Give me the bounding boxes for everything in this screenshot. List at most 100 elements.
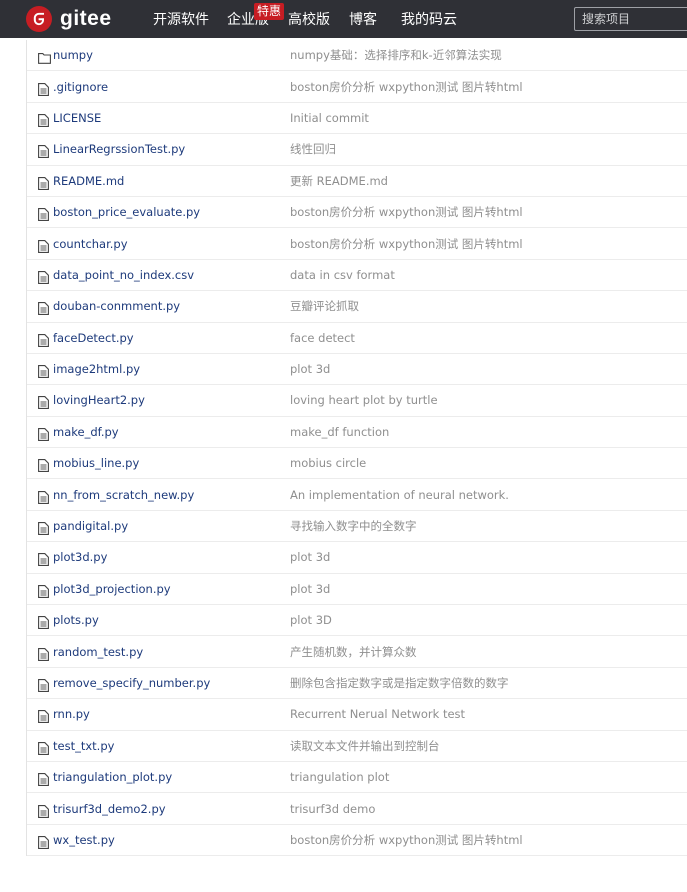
file-name-link[interactable]: numpy	[53, 48, 93, 62]
commit-message[interactable]: 线性回归	[290, 141, 336, 157]
commit-message[interactable]: triangulation plot	[290, 770, 389, 784]
file-icon	[38, 614, 51, 630]
file-name-link[interactable]: README.md	[53, 174, 124, 188]
file-icon	[38, 708, 51, 724]
commit-message[interactable]: boston房价分析 wxpython测试 图片转html	[290, 204, 523, 220]
file-row[interactable]: wx_test.py boston房价分析 wxpython测试 图片转html	[27, 825, 687, 857]
file-row[interactable]: pandigital.py 寻找输入数字中的全数字	[27, 511, 687, 543]
file-row[interactable]: remove_specify_number.py 删除包含指定数字或是指定数字倍…	[27, 668, 687, 700]
file-name-link[interactable]: triangulation_plot.py	[53, 770, 172, 784]
file-icon	[38, 269, 51, 284]
file-row[interactable]: README.md 更新 README.md	[27, 166, 687, 197]
file-name-link[interactable]: .gitignore	[53, 80, 108, 94]
file-icon	[38, 363, 51, 379]
nav-blog[interactable]: 博客	[349, 11, 377, 29]
file-row[interactable]: image2html.py plot 3d	[27, 354, 687, 386]
file-name-link[interactable]: rnn.py	[53, 707, 90, 721]
file-name-link[interactable]: random_test.py	[53, 645, 143, 659]
file-name-link[interactable]: lovingHeart2.py	[53, 393, 145, 407]
file-row[interactable]: LICENSE Initial commit	[27, 103, 687, 135]
commit-message[interactable]: data in csv format	[290, 268, 395, 282]
commit-message[interactable]: Initial commit	[290, 111, 369, 125]
commit-message[interactable]: boston房价分析 wxpython测试 图片转html	[290, 79, 523, 95]
file-name-link[interactable]: mobius_line.py	[53, 456, 139, 470]
file-row[interactable]: LinearRegrssionTest.py 线性回归	[27, 134, 687, 166]
commit-message[interactable]: An implementation of neural network.	[290, 488, 509, 502]
gitee-logo[interactable]: gitee	[26, 6, 112, 32]
file-icon	[38, 677, 51, 692]
file-row[interactable]: numpy numpy基础：选择排序和k-近邻算法实现	[27, 40, 687, 72]
file-icon	[38, 834, 51, 849]
file-name-link[interactable]: countchar.py	[53, 237, 128, 251]
commit-message[interactable]: boston房价分析 wxpython测试 图片转html	[290, 236, 523, 252]
file-row[interactable]: douban-conmment.py 豆瓣评论抓取	[27, 291, 687, 323]
file-row[interactable]: plot3d.py plot 3d	[27, 542, 687, 574]
commit-message[interactable]: 寻找输入数字中的全数字	[290, 518, 417, 534]
commit-message[interactable]: 读取文本文件并输出到控制台	[290, 738, 440, 754]
file-name-link[interactable]: faceDetect.py	[53, 331, 134, 345]
file-row[interactable]: data_point_no_index.csv data in csv form…	[27, 260, 687, 292]
file-name-link[interactable]: LICENSE	[53, 111, 101, 125]
file-row[interactable]: faceDetect.py face detect	[27, 323, 687, 354]
file-name-link[interactable]: pandigital.py	[53, 519, 128, 533]
file-row[interactable]: test_txt.py 读取文本文件并输出到控制台	[27, 731, 687, 762]
nav-open-source[interactable]: 开源软件	[153, 11, 209, 29]
commit-message[interactable]: 删除包含指定数字或是指定数字倍数的数字	[290, 675, 509, 691]
search-input[interactable]	[574, 7, 687, 31]
file-name-link[interactable]: nn_from_scratch_new.py	[53, 488, 194, 502]
file-row[interactable]: trisurf3d_demo2.py trisurf3d demo	[27, 793, 687, 825]
commit-message[interactable]: 更新 README.md	[290, 173, 388, 189]
file-name-link[interactable]: trisurf3d_demo2.py	[53, 802, 166, 816]
file-row[interactable]: make_df.py make_df function	[27, 417, 687, 449]
file-icon	[38, 332, 51, 347]
file-icon	[38, 112, 51, 127]
commit-message[interactable]: plot 3d	[290, 362, 330, 376]
commit-message[interactable]: plot 3D	[290, 613, 332, 627]
commit-message[interactable]: Recurrent Nerual Network test	[290, 707, 465, 721]
file-name-link[interactable]: boston_price_evaluate.py	[53, 205, 200, 219]
commit-message[interactable]: plot 3d	[290, 550, 330, 564]
logo-text: gitee	[60, 7, 112, 30]
commit-message[interactable]: 豆瓣评论抓取	[290, 298, 359, 314]
commit-message[interactable]: face detect	[290, 331, 355, 345]
file-row[interactable]: plot3d_projection.py plot 3d	[27, 574, 687, 606]
commit-message[interactable]: plot 3d	[290, 582, 330, 596]
file-name-link[interactable]: plots.py	[53, 613, 99, 627]
file-icon	[38, 300, 51, 316]
file-icon	[38, 175, 51, 190]
file-name-link[interactable]: data_point_no_index.csv	[53, 268, 194, 282]
file-name-link[interactable]: image2html.py	[53, 362, 140, 376]
commit-message[interactable]: loving heart plot by turtle	[290, 393, 438, 407]
file-name-link[interactable]: make_df.py	[53, 425, 119, 439]
file-row[interactable]: triangulation_plot.py triangulation plot	[27, 762, 687, 794]
file-name-link[interactable]: douban-conmment.py	[53, 299, 180, 313]
file-row[interactable]: plots.py plot 3D	[27, 605, 687, 637]
nav-education[interactable]: 高校版	[288, 11, 330, 29]
file-row[interactable]: .gitignore boston房价分析 wxpython测试 图片转html	[27, 71, 687, 103]
file-row[interactable]: boston_price_evaluate.py boston房价分析 wxpy…	[27, 197, 687, 229]
file-row[interactable]: mobius_line.py mobius circle	[27, 448, 687, 480]
commit-message[interactable]: trisurf3d demo	[290, 802, 375, 816]
commit-message[interactable]: boston房价分析 wxpython测试 图片转html	[290, 832, 523, 848]
file-name-link[interactable]: LinearRegrssionTest.py	[53, 142, 185, 156]
file-row[interactable]: nn_from_scratch_new.py An implementation…	[27, 479, 687, 511]
commit-message[interactable]: numpy基础：选择排序和k-近邻算法实现	[290, 47, 502, 63]
file-name-link[interactable]: test_txt.py	[53, 739, 114, 753]
commit-message[interactable]: 产生随机数，并计算众数	[290, 644, 417, 660]
file-icon	[38, 771, 51, 787]
file-name-link[interactable]: plot3d_projection.py	[53, 582, 171, 596]
file-name-link[interactable]: wx_test.py	[53, 833, 115, 847]
nav-my-gitee[interactable]: 我的码云	[401, 11, 457, 29]
file-row[interactable]: countchar.py boston房价分析 wxpython测试 图片转ht…	[27, 228, 687, 260]
file-name-link[interactable]: remove_specify_number.py	[53, 676, 210, 690]
gitee-logo-mark	[26, 6, 52, 32]
file-icon	[38, 583, 51, 598]
file-icon	[38, 520, 51, 535]
commit-message[interactable]: mobius circle	[290, 456, 366, 470]
file-icon	[38, 803, 51, 818]
commit-message[interactable]: make_df function	[290, 425, 389, 439]
file-name-link[interactable]: plot3d.py	[53, 550, 107, 564]
file-row[interactable]: rnn.py Recurrent Nerual Network test	[27, 699, 687, 731]
file-row[interactable]: lovingHeart2.py loving heart plot by tur…	[27, 385, 687, 417]
file-row[interactable]: random_test.py 产生随机数，并计算众数	[27, 636, 687, 668]
